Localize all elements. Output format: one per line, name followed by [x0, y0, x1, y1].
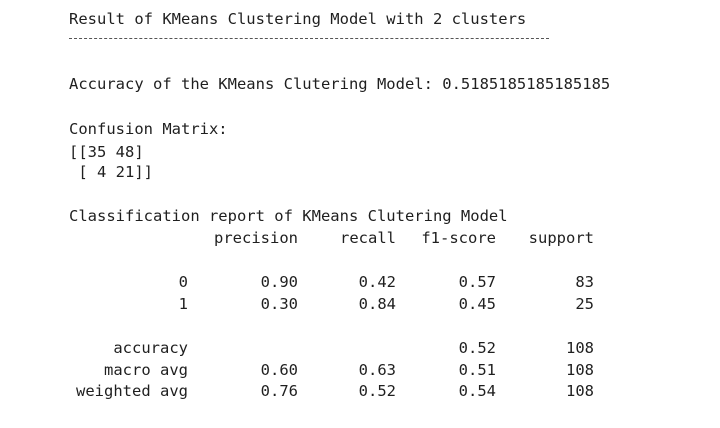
cell-f1: 0.45	[458, 295, 496, 313]
cell-recall: 0.52	[358, 382, 396, 400]
confusion-matrix-row: [ 4 21]]	[69, 163, 153, 181]
report-title: Classification report of KMeans Cluterin…	[69, 207, 508, 225]
cell-f1: 0.52	[458, 339, 496, 357]
row-label: macro avg	[104, 361, 188, 379]
cell-recall: 0.42	[358, 273, 396, 291]
row-label: accuracy	[113, 339, 188, 357]
cell-f1: 0.51	[458, 361, 496, 379]
confusion-matrix-label: Confusion Matrix:	[69, 120, 228, 138]
cell-support: 108	[566, 339, 594, 357]
header-support: support	[528, 229, 594, 247]
cell-support: 108	[566, 382, 594, 400]
cell-recall: 0.84	[358, 295, 396, 313]
row-label: 1	[178, 295, 188, 313]
output-title: Result of KMeans Clustering Model with 2…	[69, 10, 527, 28]
row-label: 0	[178, 273, 188, 291]
header-precision: precision	[214, 229, 298, 247]
confusion-matrix-row: [[35 48]	[69, 143, 144, 161]
cell-f1: 0.57	[458, 273, 496, 291]
cell-f1: 0.54	[458, 382, 496, 400]
cell-recall: 0.63	[358, 361, 396, 379]
divider-line	[69, 38, 549, 39]
header-recall: recall	[340, 229, 396, 247]
cell-precision: 0.30	[260, 295, 298, 313]
cell-support: 83	[575, 273, 594, 291]
row-label: weighted avg	[76, 382, 188, 400]
cell-precision: 0.76	[260, 382, 298, 400]
header-f1-score: f1-score	[421, 229, 496, 247]
cell-support: 25	[575, 295, 594, 313]
cell-precision: 0.90	[260, 273, 298, 291]
cell-precision: 0.60	[260, 361, 298, 379]
cell-support: 108	[566, 361, 594, 379]
accuracy-line: Accuracy of the KMeans Clutering Model: …	[69, 75, 611, 93]
